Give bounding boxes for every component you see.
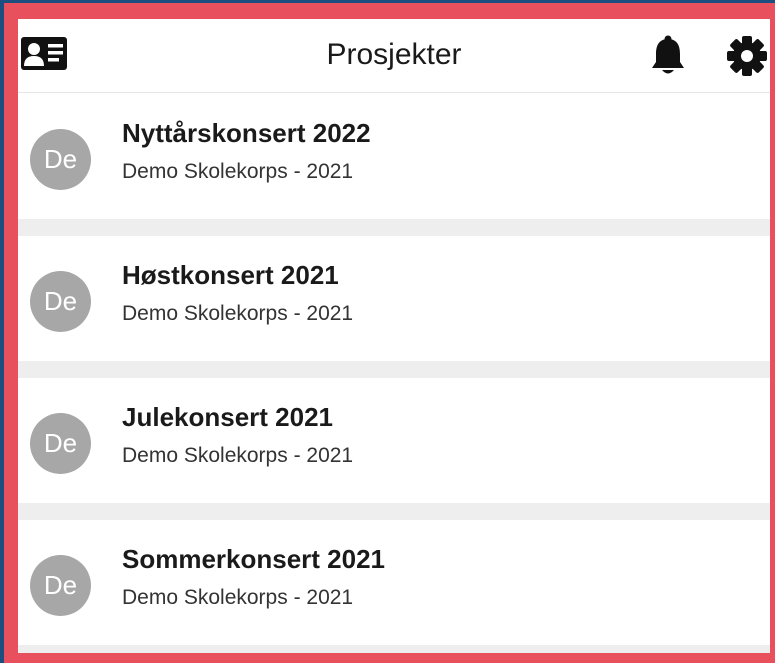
list-divider	[18, 219, 770, 236]
project-title: Nyttårskonsert 2022	[122, 118, 371, 148]
avatar: De	[30, 413, 91, 474]
list-divider	[18, 645, 770, 653]
app-frame: Prosjekter De Nyttårskonsert 2022 Demo S…	[4, 3, 775, 663]
avatar: De	[30, 129, 91, 190]
project-title: Julekonsert 2021	[122, 402, 334, 432]
project-title: Sommerkonsert 2021	[122, 544, 386, 574]
bell-icon[interactable]	[648, 35, 688, 77]
avatar: De	[30, 271, 91, 332]
project-subtitle: Demo Skolekorps - 2021	[122, 160, 354, 183]
project-item-julekonsert-2021[interactable]: De Julekonsert 2021 Demo Skolekorps - 20…	[18, 378, 770, 503]
top-bar: Prosjekter	[18, 19, 770, 93]
project-subtitle: Demo Skolekorps - 2021	[122, 586, 354, 609]
avatar: De	[30, 555, 91, 616]
project-subtitle: Demo Skolekorps - 2021	[122, 302, 354, 325]
list-divider	[18, 503, 770, 520]
app-screen: Prosjekter De Nyttårskonsert 2022 Demo S…	[18, 19, 770, 653]
project-item-hostkonsert-2021[interactable]: De Høstkonsert 2021 Demo Skolekorps - 20…	[18, 236, 770, 361]
project-title: Høstkonsert 2021	[122, 260, 339, 290]
project-subtitle: Demo Skolekorps - 2021	[122, 444, 354, 467]
gear-icon[interactable]	[726, 35, 768, 77]
project-list: De Nyttårskonsert 2022 Demo Skolekorps -…	[18, 94, 770, 653]
list-divider	[18, 361, 770, 378]
project-item-sommerkonsert-2021[interactable]: De Sommerkonsert 2021 Demo Skolekorps - …	[18, 520, 770, 645]
project-item-nyttarskonsert-2022[interactable]: De Nyttårskonsert 2022 Demo Skolekorps -…	[18, 94, 770, 219]
